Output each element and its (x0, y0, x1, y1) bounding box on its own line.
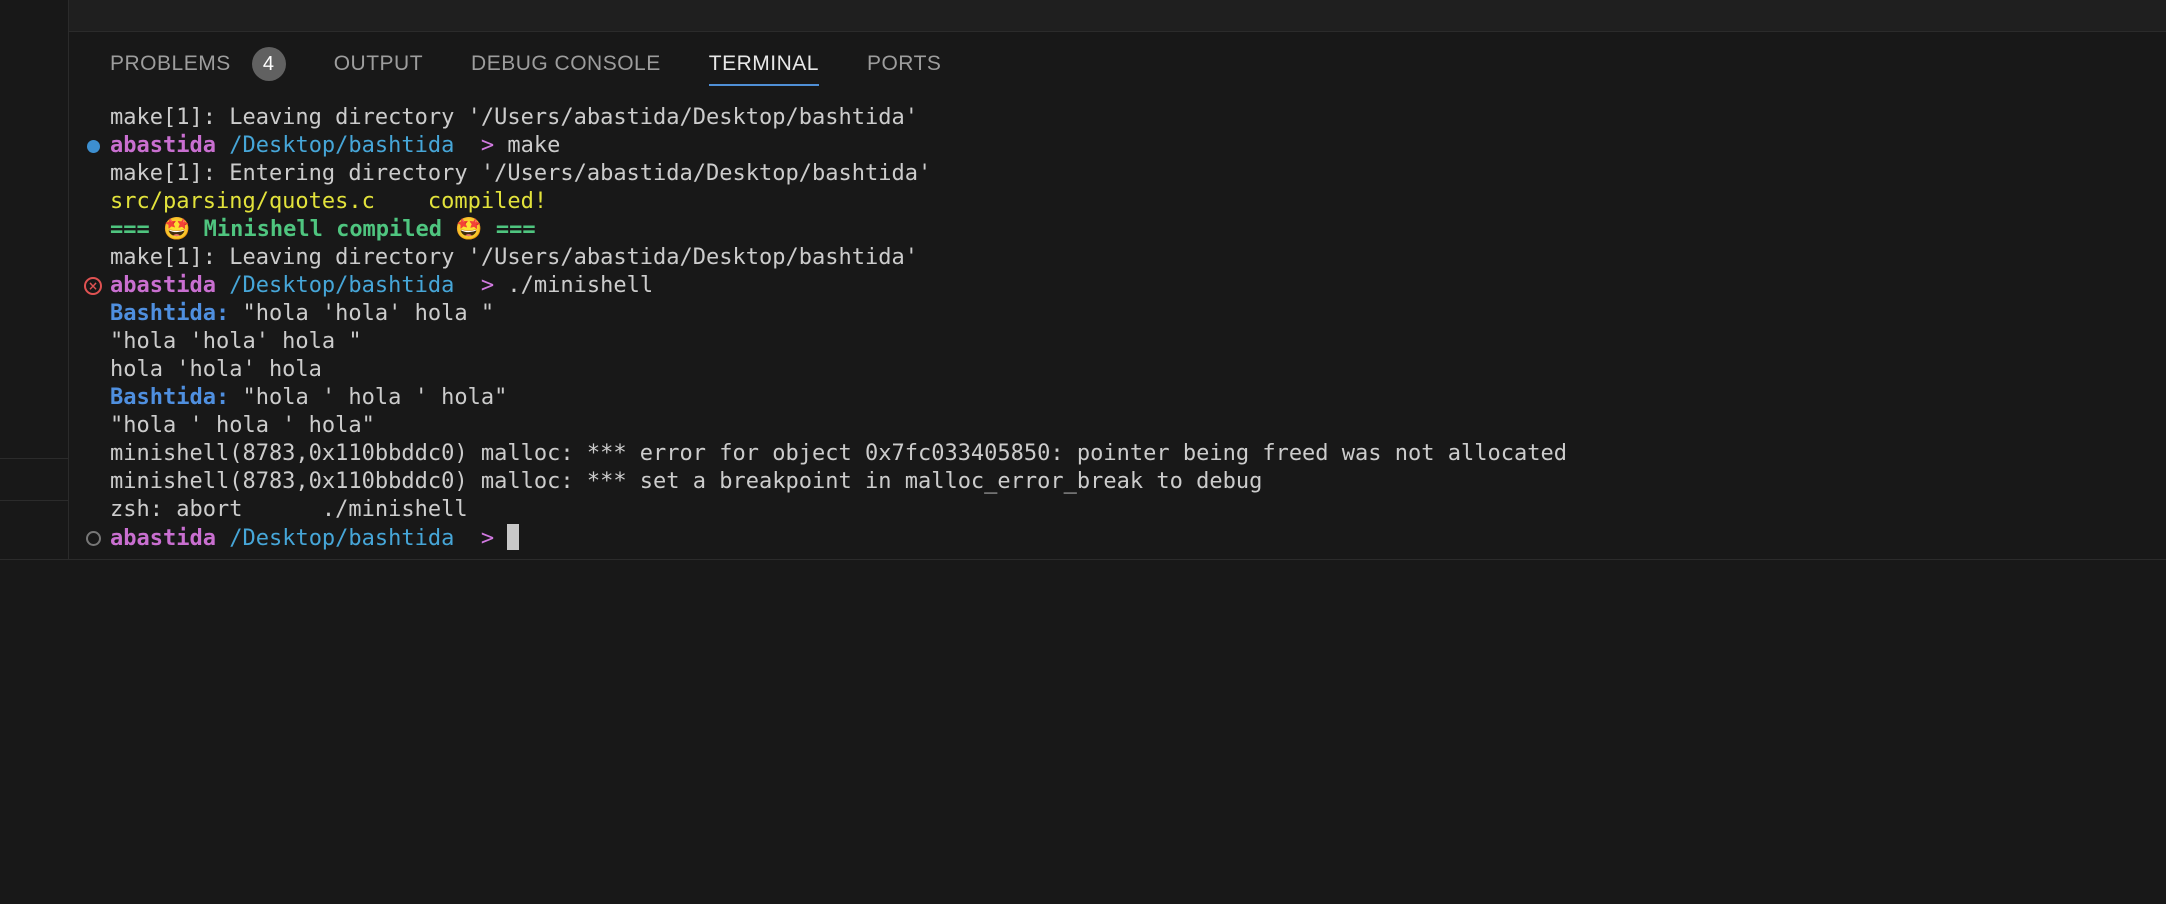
problems-count-badge: 4 (251, 47, 286, 81)
terminal-line: make[1]: Leaving directory '/Users/abast… (110, 245, 918, 270)
terminal-line: Bashtida: "hola 'hola' hola " (110, 300, 494, 328)
terminal-line: "hola 'hola' hola " (110, 329, 362, 354)
tab-problems[interactable]: PROBLEMS 4 (110, 32, 286, 96)
compiled-message: compiled! (427, 189, 548, 214)
tab-label: PROBLEMS (110, 52, 231, 75)
minishell-prompt: Bashtida: (110, 301, 230, 326)
prompt-user: abastida (110, 526, 216, 551)
prompt-user: abastida (110, 133, 216, 158)
prompt-path: /Desktop/bashtida (229, 133, 455, 158)
activity-bar-divider (0, 458, 68, 459)
terminal-line: minishell(8783,0x110bbddc0) malloc: *** … (110, 441, 1567, 466)
status-bar (0, 559, 2166, 602)
activity-bar (0, 0, 69, 602)
terminal-line: src/parsing/quotes.c compiled! (110, 188, 547, 216)
tab-output[interactable]: OUTPUT (334, 32, 423, 96)
terminal-line: "hola ' hola ' hola" (110, 413, 375, 438)
minishell-prompt: Bashtida: (110, 385, 230, 410)
minishell-input: "hola 'hola' hola " (242, 301, 495, 326)
prompt-symbol: > (480, 526, 495, 551)
prompt-path: /Desktop/bashtida (229, 526, 455, 551)
bottom-panel: PROBLEMS 4 OUTPUT DEBUG CONSOLE TERMINAL… (69, 32, 2166, 559)
prompt-command: ./minishell (507, 273, 654, 298)
terminal-line: minishell(8783,0x110bbddc0) malloc: *** … (110, 469, 1263, 494)
terminal-prompt-line: abastida /Desktop/bashtida > ./minishell (110, 272, 653, 300)
prompt-path: /Desktop/bashtida (229, 273, 455, 298)
command-success-icon[interactable] (84, 132, 102, 160)
activity-bar-divider (0, 500, 68, 501)
terminal-line: Bashtida: "hola ' hola ' hola" (110, 384, 507, 412)
tab-label: TERMINAL (708, 52, 819, 75)
prompt-command: make (507, 133, 561, 158)
prompt-user: abastida (110, 273, 216, 298)
terminal-line: make[1]: Leaving directory '/Users/abast… (110, 105, 918, 130)
tab-label: DEBUG CONSOLE (471, 52, 661, 75)
editor-area-edge (69, 0, 2166, 32)
command-pending-icon[interactable] (84, 524, 102, 552)
terminal-prompt-line: abastida /Desktop/bashtida > (110, 524, 520, 552)
terminal-line: zsh: abort ./minishell (110, 497, 468, 522)
terminal-prompt-line: abastida /Desktop/bashtida > make (110, 132, 560, 160)
tab-terminal[interactable]: TERMINAL (708, 32, 820, 96)
tab-debug-console[interactable]: DEBUG CONSOLE (471, 32, 661, 96)
minishell-input: "hola ' hola ' hola" (242, 385, 508, 410)
terminal-line: hola 'hola' hola (110, 357, 322, 382)
compiled-file: src/parsing/quotes.c (110, 189, 375, 214)
tab-label: PORTS (866, 52, 942, 75)
terminal-line: === 🤩 Minishell compiled 🤩 === (110, 217, 536, 242)
prompt-symbol: > (480, 133, 495, 158)
terminal-output[interactable]: make[1]: Leaving directory '/Users/abast… (69, 104, 2166, 559)
terminal-line: make[1]: Entering directory '/Users/abas… (110, 161, 932, 186)
tab-label: OUTPUT (333, 52, 424, 75)
panel-tab-bar: PROBLEMS 4 OUTPUT DEBUG CONSOLE TERMINAL… (69, 32, 2166, 96)
tab-ports[interactable]: PORTS (867, 32, 941, 96)
terminal-cursor[interactable] (507, 524, 520, 550)
command-error-icon[interactable]: × (84, 272, 102, 300)
prompt-symbol: > (480, 273, 495, 298)
